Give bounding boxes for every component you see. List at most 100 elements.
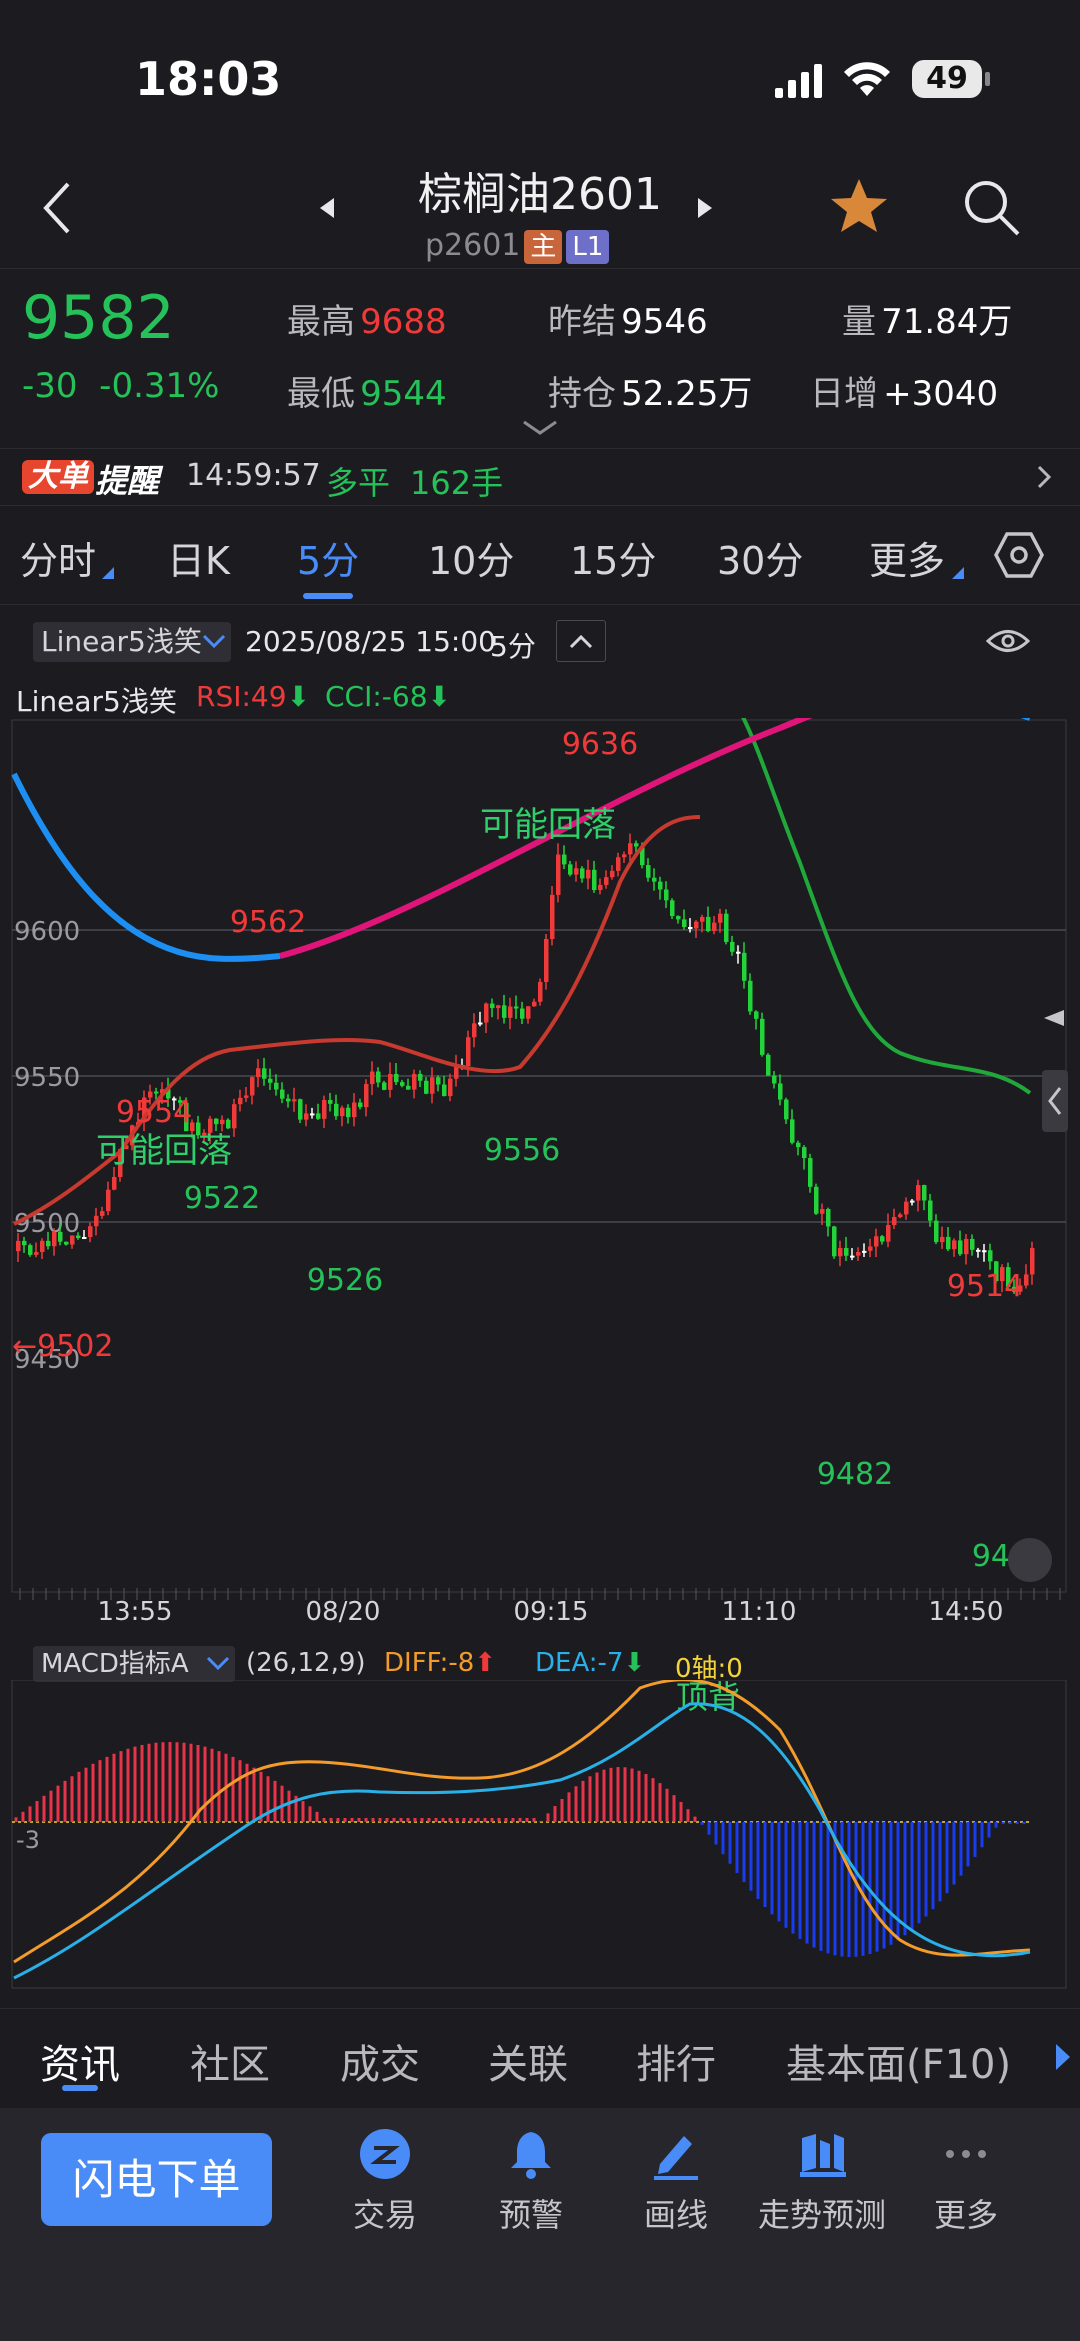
macd-selector-label: MACD指标A: [41, 1649, 189, 1679]
candle: [508, 1006, 513, 1018]
macd-selector[interactable]: MACD指标A: [33, 1646, 235, 1682]
candle: [436, 1077, 441, 1085]
candle: [814, 1186, 819, 1214]
candle: [34, 1252, 39, 1255]
candle: [748, 980, 753, 1012]
candle: [904, 1201, 909, 1215]
candle: [706, 916, 711, 932]
wifi-icon: [842, 58, 892, 102]
chart-period: 5分: [490, 630, 536, 663]
bell-icon: [505, 2128, 557, 2180]
chart-settings-icon[interactable]: [994, 532, 1044, 582]
price-marker: 9522: [184, 1181, 260, 1216]
candle: [946, 1236, 951, 1250]
expand-chevron-icon[interactable]: [522, 420, 558, 440]
tab-community[interactable]: 社区: [190, 2032, 270, 2090]
footer-alert[interactable]: 预警: [456, 2128, 606, 2236]
x-axis-label: 13:55: [98, 1597, 173, 1627]
chart-datetime: 2025/08/25 15:00: [245, 625, 496, 658]
candle: [232, 1104, 237, 1129]
flash-order-button[interactable]: 闪电下单: [41, 2133, 272, 2226]
macd-params: (26,12,9): [246, 1648, 366, 1678]
candle: [502, 1005, 507, 1018]
macd-dropdown-icon[interactable]: [206, 1656, 230, 1676]
y-axis-label: 9600: [14, 917, 80, 947]
candle: [358, 1102, 363, 1108]
tab-more[interactable]: 更多: [869, 530, 945, 585]
back-icon[interactable]: [40, 180, 76, 240]
tab-10min[interactable]: 10分: [428, 530, 514, 585]
footer-trade[interactable]: 交易: [310, 2128, 460, 2236]
prev-contract-icon[interactable]: [318, 196, 336, 224]
candle: [340, 1107, 345, 1117]
candle: [46, 1240, 51, 1247]
candle: [682, 919, 687, 927]
big-order-alert-row[interactable]: [0, 448, 1080, 506]
tab-ranking[interactable]: 排行: [636, 2032, 716, 2090]
candle: [244, 1095, 249, 1098]
candle: [88, 1226, 93, 1238]
footer-draw[interactable]: 画线: [601, 2128, 751, 2236]
candle: [952, 1240, 957, 1250]
tab-trades[interactable]: 成交: [340, 2032, 420, 2090]
candle: [364, 1084, 369, 1108]
chart-side-handle: [1042, 1070, 1068, 1132]
next-contract-icon[interactable]: [696, 196, 714, 224]
candle: [226, 1119, 231, 1129]
macd-dea-text: DEA:-7: [535, 1648, 624, 1678]
price-marker: 9636: [562, 727, 638, 762]
search-icon[interactable]: [960, 176, 1022, 242]
alert-arrow-icon[interactable]: [1036, 464, 1052, 494]
daily-add-label: 日增: [810, 374, 878, 414]
diff-up-arrow-icon: ⬆: [474, 1648, 497, 1678]
tab-timeshare[interactable]: 分时: [20, 530, 96, 585]
candle: [838, 1248, 843, 1257]
big-order-badge: 大单: [22, 460, 94, 494]
footer-draw-label: 画线: [643, 2196, 708, 2234]
candle: [652, 877, 657, 882]
candle: [496, 1005, 501, 1009]
open-interest-value: 52.25万: [621, 374, 753, 414]
candle: [598, 884, 603, 891]
footer-forecast-label: 走势预测: [757, 2196, 886, 2234]
candle: [724, 913, 729, 942]
candle: [556, 854, 561, 895]
indicator-dropdown-icon[interactable]: [202, 634, 226, 654]
collapse-chart-button[interactable]: [556, 620, 606, 662]
tab-15min[interactable]: 15分: [570, 530, 656, 585]
candle: [622, 854, 627, 858]
candle: [664, 889, 669, 901]
tab-30min[interactable]: 30分: [717, 530, 803, 585]
cci-text: CCI:-68: [325, 680, 428, 713]
footer-more[interactable]: 更多: [891, 2128, 1041, 2236]
info-tab-underline: [62, 2085, 98, 2091]
chevron-up-icon: [569, 634, 593, 649]
scroll-right-icon[interactable]: [1054, 2042, 1072, 2076]
high-stat: 最高 9688: [287, 294, 447, 343]
price-chart[interactable]: 960095509500945013:55 08/20 09:15 11:10 14:5…: [0, 718, 1080, 1638]
candle: [112, 1176, 117, 1190]
favorite-star-icon[interactable]: [828, 176, 890, 240]
ma-line-green: [741, 718, 1032, 1095]
eye-icon[interactable]: [985, 626, 1031, 660]
contract-code-text: p2601: [425, 228, 521, 263]
candle: [274, 1082, 279, 1090]
tab-news[interactable]: 资讯: [40, 2032, 120, 2090]
tab-5min[interactable]: 5分: [297, 530, 359, 585]
candle: [406, 1085, 411, 1090]
footer-trade-label: 交易: [352, 2196, 417, 2234]
active-tab-underline: [303, 593, 353, 599]
prev-settle-stat: 昨结 9546: [548, 294, 708, 343]
change-pct: -0.31%: [99, 366, 220, 406]
tab-related[interactable]: 关联: [488, 2032, 568, 2090]
candle: [826, 1209, 831, 1227]
candle: [772, 1075, 777, 1084]
footer-forecast[interactable]: 走势预测: [747, 2128, 897, 2236]
candle: [490, 1003, 495, 1009]
tab-daily-k[interactable]: 日K: [167, 530, 230, 585]
tab-fundamentals[interactable]: 基本面(F10): [786, 2032, 1011, 2090]
macd-chart[interactable]: -3顶背: [0, 1680, 1080, 2000]
candle: [940, 1236, 945, 1243]
battery-icon: 49: [912, 60, 982, 98]
candle: [976, 1249, 981, 1252]
